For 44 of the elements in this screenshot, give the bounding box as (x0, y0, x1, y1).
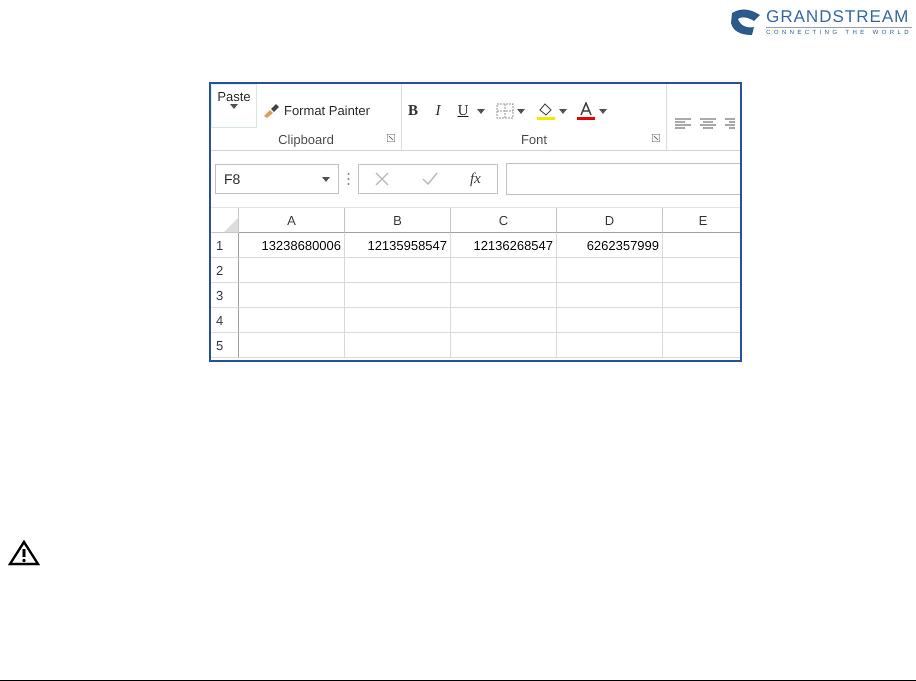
more-options-icon[interactable] (347, 172, 350, 186)
insert-function-button[interactable]: fx (470, 170, 481, 188)
table-cell: 12135958547 (345, 233, 451, 258)
paste-button[interactable]: Paste (211, 84, 257, 128)
column-header[interactable]: A (239, 208, 345, 233)
warning-icon (8, 540, 40, 566)
borders-icon[interactable] (496, 103, 514, 119)
paintbrush-icon (263, 102, 281, 118)
logo-icon (728, 7, 762, 37)
logo-name: GRANDSTREAM (766, 6, 910, 26)
dialog-launcher-icon[interactable] (652, 134, 660, 142)
fill-color-icon[interactable] (536, 102, 556, 120)
dropdown-arrow-icon (477, 108, 485, 114)
formula-input[interactable] (506, 163, 740, 195)
dropdown-arrow-icon (517, 108, 525, 114)
table-cell: 13238680006 (239, 233, 345, 258)
group-label: Font (520, 132, 547, 146)
format-painter-button[interactable]: Format Painter (263, 88, 370, 118)
align-right-icon[interactable] (725, 118, 735, 130)
column-header[interactable]: E (663, 208, 740, 233)
row-header[interactable]: 4 (211, 308, 239, 333)
font-style-button[interactable]: B (402, 102, 424, 120)
table-cell: 6262357999 (557, 233, 663, 258)
row-header[interactable]: 5 (211, 333, 239, 358)
dropdown-arrow-icon (230, 104, 238, 109)
row-header[interactable]: 2 (211, 258, 239, 283)
name-box[interactable]: F8 (215, 164, 339, 194)
dropdown-arrow-icon (599, 108, 607, 114)
column-header[interactable]: B (345, 208, 451, 233)
row-header[interactable]: 1 (211, 233, 239, 258)
checkmark-icon[interactable] (422, 172, 438, 186)
dropdown-arrow-icon (322, 176, 330, 182)
dropdown-arrow-icon (559, 108, 567, 114)
group-label: Clipboard (278, 132, 334, 146)
row-header[interactable]: 3 (211, 283, 239, 308)
align-center-icon[interactable] (700, 118, 716, 130)
align-left-icon[interactable] (675, 118, 691, 130)
font-style-button[interactable]: I (427, 102, 449, 120)
column-header[interactable]: C (451, 208, 557, 233)
font-style-button[interactable]: U (452, 102, 474, 120)
table-cell: 12136268547 (451, 233, 557, 258)
dialog-launcher-icon[interactable] (387, 134, 395, 142)
font-color-icon[interactable] (576, 102, 596, 120)
column-header[interactable]: D (557, 208, 663, 233)
